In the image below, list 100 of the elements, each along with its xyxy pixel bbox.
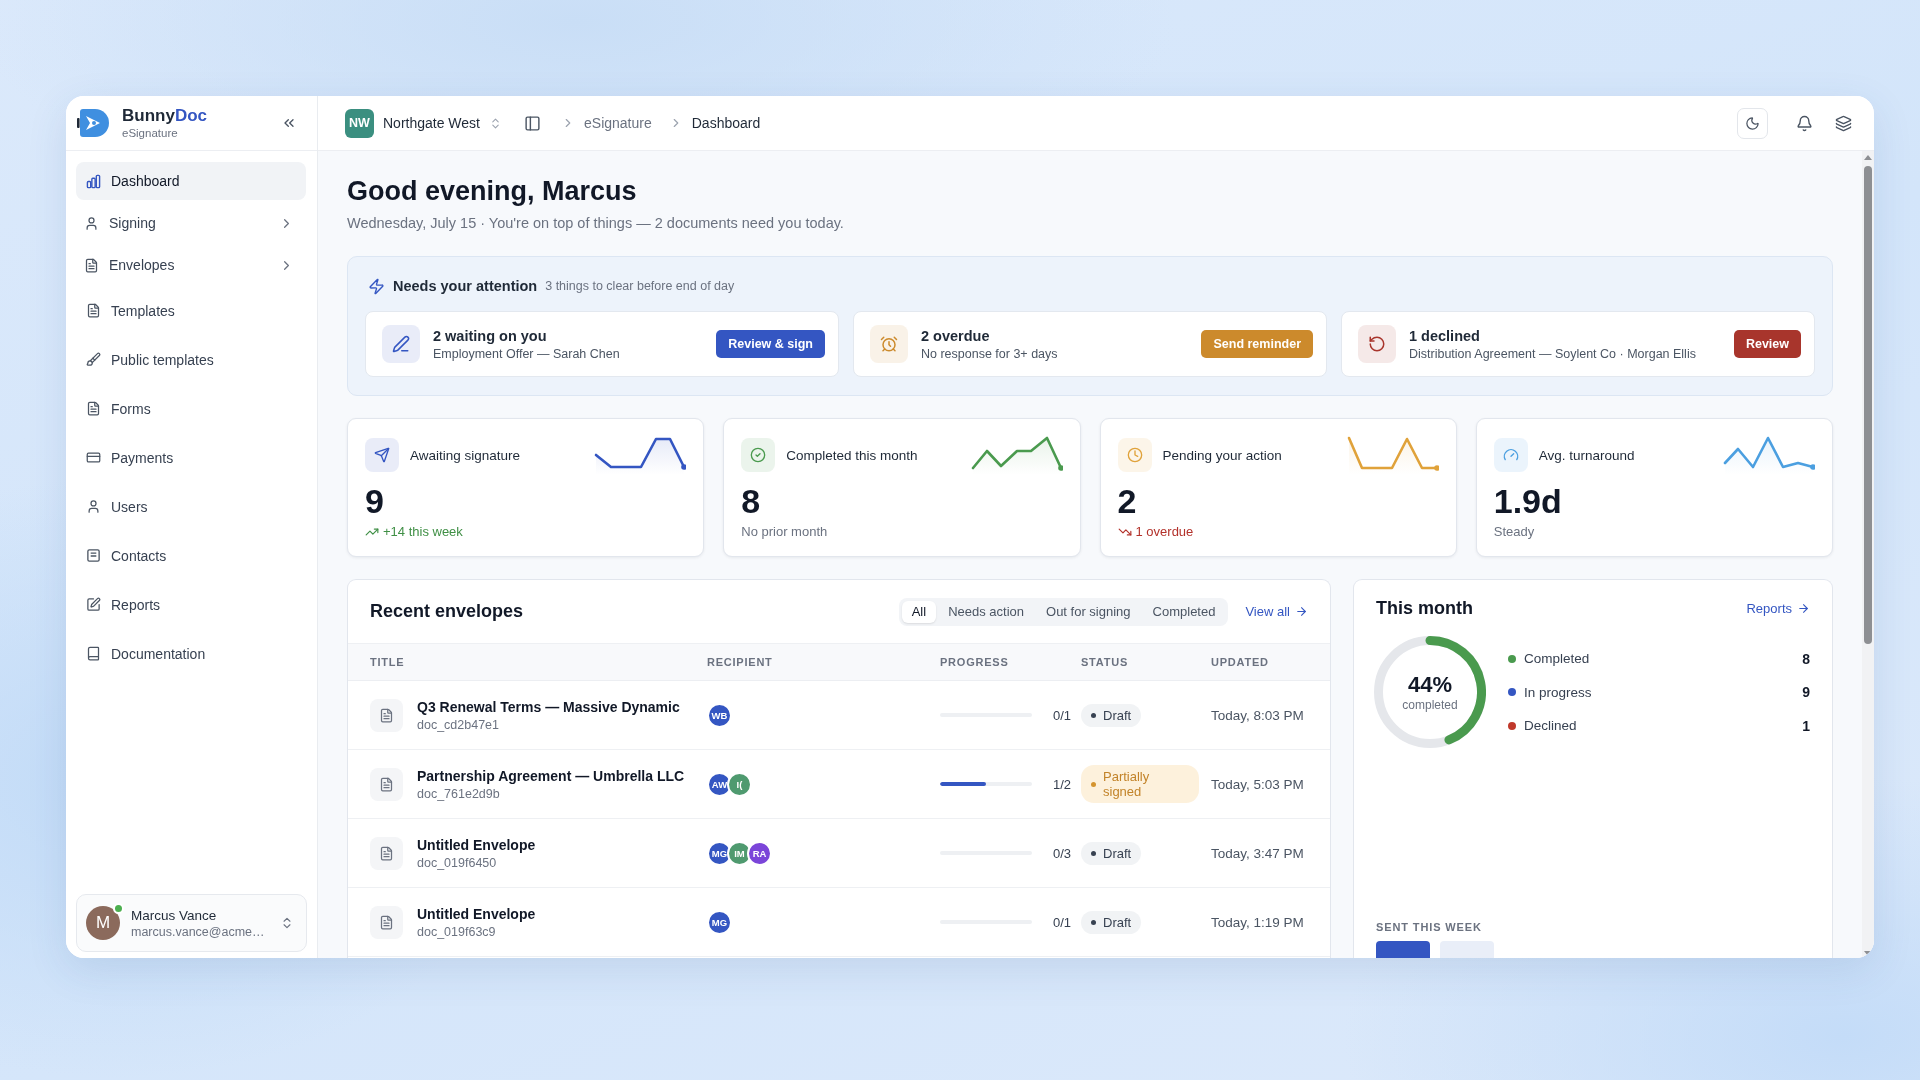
nav-item[interactable]: Envelopes [76, 246, 306, 284]
document-id: doc_761e2d9b [417, 786, 501, 801]
card-title: Recent envelopes [370, 601, 524, 622]
moon-icon [1745, 115, 1760, 131]
table-row[interactable]: Partnership Agreement — Umbrella LLC doc_761e2d9b AW I( 1/2 Partially signed Today, 5:03 PM [348, 750, 1330, 819]
document-id: doc_019f6450 [417, 855, 498, 870]
breadcrumb-link[interactable]: eSignature [584, 115, 652, 131]
attention-note: 3 things to clear before end of day [545, 279, 735, 293]
stat-note: 1 overdue [1135, 524, 1194, 539]
updated-time: Today, 3:47 PM [1211, 845, 1305, 861]
legend-label: In progress [1524, 684, 1592, 700]
stat-value: 2 [1117, 481, 1138, 521]
column-header: TITLE [370, 656, 406, 668]
panel-icon[interactable] [524, 114, 541, 132]
attention-item-title: 1 declined [1409, 327, 1481, 344]
filter-tab[interactable]: Needs action [938, 600, 1034, 623]
week-bar [1376, 941, 1430, 958]
scrollbar-thumb[interactable] [1864, 166, 1872, 644]
filter-tab[interactable]: Out for signing [1036, 600, 1141, 623]
nav-item[interactable]: Reports [76, 585, 306, 624]
attention-title: Needs your attention [393, 278, 538, 294]
document-id: doc_cd2b47e1 [417, 717, 501, 732]
nav-item[interactable]: Payments [76, 438, 306, 477]
stat-value: 8 [741, 481, 762, 521]
rotate-icon [1358, 325, 1396, 363]
user-icon [84, 215, 99, 231]
user-icon [86, 499, 101, 514]
envelope-title: Partnership Agreement — Umbrella LLC [417, 767, 685, 784]
nav-item[interactable]: Templates [76, 291, 306, 330]
lightning-icon [368, 277, 385, 295]
stat-label: Avg. turnaround [1538, 447, 1635, 463]
filter-tab[interactable]: All [901, 600, 937, 623]
ring-value: 44% [1407, 672, 1452, 698]
user-menu[interactable]: M Marcus Vance marcus.vance@acme… [76, 894, 307, 952]
stat-label: Completed this month [786, 447, 918, 463]
view-all-link[interactable]: View all [1245, 604, 1308, 619]
document-icon [84, 257, 99, 273]
recipient-avatar: I( [727, 771, 752, 797]
document-id: doc_019f63c9 [417, 924, 497, 939]
scroll-up-icon[interactable] [1864, 155, 1872, 160]
scroll-down-icon[interactable] [1864, 951, 1872, 956]
nav-item[interactable]: Forms [76, 389, 306, 428]
theme-button[interactable] [1737, 107, 1768, 139]
book-icon [86, 646, 101, 661]
attention-item-title: 2 overdue [921, 327, 991, 344]
alarm-clock-icon [870, 325, 908, 363]
brand-name: BunnyDoc [122, 105, 207, 126]
workspace-name[interactable]: Northgate West [383, 115, 480, 131]
section-label: SENT THIS WEEK [1376, 921, 1483, 933]
legend-count: 9 [1802, 684, 1810, 700]
legend-count: 1 [1802, 717, 1810, 734]
pen-icon [382, 325, 420, 363]
document-icon [86, 303, 101, 318]
document-icon [370, 767, 403, 801]
envelope-title: Untitled Envelope [417, 905, 536, 922]
recipient-avatar: WB [707, 702, 732, 728]
send-icon [365, 438, 399, 472]
document-icon [370, 836, 403, 870]
reports-link[interactable]: Reports [1746, 600, 1810, 616]
action-button[interactable]: Review & sign [716, 330, 825, 358]
clock-icon [1117, 438, 1152, 472]
filter-tab[interactable]: Completed [1142, 600, 1226, 623]
status-badge: Draft [1081, 910, 1142, 934]
document-icon [370, 905, 403, 939]
card-title: This month [1376, 597, 1473, 619]
nav-item[interactable]: Documentation [76, 634, 306, 673]
recipient-avatar: MG [707, 909, 732, 935]
stat-note: No prior month [741, 524, 828, 539]
envelope-title: Q3 Renewal Terms — Massive Dynamic [417, 698, 680, 715]
bell-icon[interactable] [1796, 114, 1813, 132]
greeting-title: Good evening, Marcus [347, 175, 638, 208]
nav-item[interactable]: Users [76, 487, 306, 526]
credit-card-icon [86, 450, 101, 465]
nav-item[interactable]: Dashboard [76, 162, 306, 200]
gauge-icon [1493, 438, 1528, 472]
updated-time: Today, 8:03 PM [1211, 707, 1305, 723]
nav-item[interactable]: Signing [76, 204, 306, 242]
nav-item[interactable]: Public templates [76, 340, 306, 379]
bar-chart-icon [86, 173, 101, 189]
action-button[interactable]: Review [1733, 330, 1801, 358]
updated-time: Today, 1:19 PM [1211, 914, 1305, 930]
user-email: marcus.vance@acme… [131, 924, 265, 939]
recipient-avatar: AW [707, 771, 732, 797]
product-name: eSignature [122, 125, 179, 141]
legend-count: 8 [1802, 650, 1810, 667]
workspace-badge: NW [345, 108, 374, 138]
table-row[interactable]: Untitled Envelope doc_019f63c9 MG 0/1 Draft Today, 1:19 PM [348, 888, 1330, 957]
nav-item[interactable]: Contacts [76, 536, 306, 575]
table-row[interactable]: Untitled Envelope doc_019f6450 MG IM RA 0/3 Draft Today, 3:47 PM [348, 819, 1330, 888]
column-header: STATUS [1081, 656, 1129, 668]
scrollbar[interactable] [1862, 151, 1874, 958]
recipient-avatar: MG [707, 840, 732, 866]
stat-value: 1.9d [1493, 481, 1563, 521]
layers-icon[interactable] [1835, 114, 1852, 132]
recipient-avatar: IM [727, 840, 752, 866]
stat-note: Steady [1493, 524, 1535, 539]
stat-value: 9 [365, 481, 385, 521]
table-row[interactable]: Q3 Renewal Terms — Massive Dynamic doc_cd2b47e1 WB 0/1 Draft Today, 8:03 PM [348, 681, 1330, 750]
stat-label: Awaiting signature [410, 447, 521, 463]
attention-item-detail: No response for 3+ days [921, 346, 1059, 361]
